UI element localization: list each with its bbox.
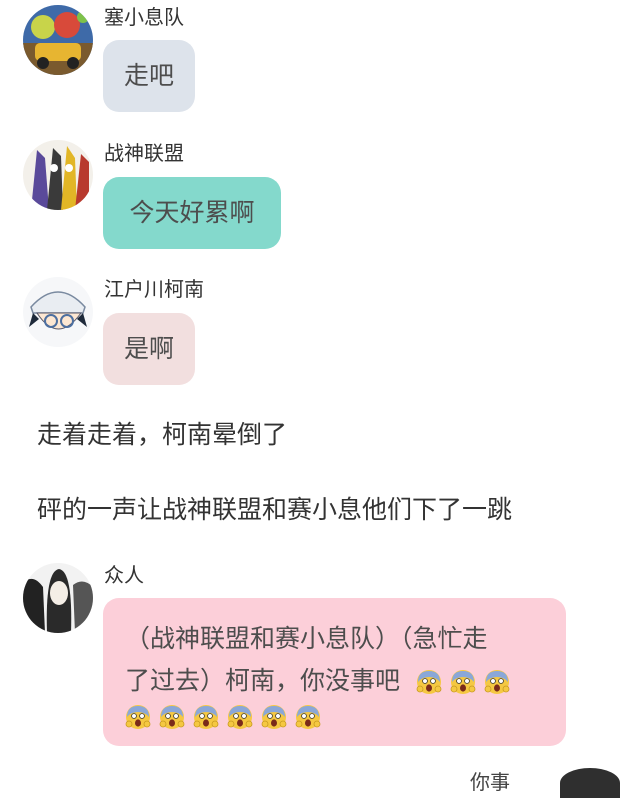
avatar-detective-icon: [23, 277, 93, 347]
avatar-warriors-icon: [23, 140, 93, 210]
message-text-line-2: 了过去）柯南，你没事吧: [125, 660, 548, 702]
partial-text: 你事: [470, 770, 510, 794]
screaming-face-icon: [295, 705, 321, 729]
avatar-group-icon: [23, 563, 93, 633]
message-text: 是啊: [123, 334, 174, 363]
screaming-face-icon: [159, 705, 185, 729]
screaming-face-icon: [450, 670, 476, 694]
sender-name: 塞小息队: [104, 5, 184, 29]
message-bubble[interactable]: （战神联盟和赛小息队）（急忙走 了过去）柯南，你没事吧: [103, 598, 566, 746]
partial-next-message: 你事: [470, 766, 510, 795]
message-text-line: （战神联盟和赛小息队）（急忙走: [125, 624, 488, 653]
message-bubble[interactable]: 今天好累啊: [103, 177, 281, 249]
message-bubble[interactable]: 走吧: [103, 40, 195, 112]
screaming-face-icon: [484, 670, 510, 694]
screaming-face-icon: [416, 670, 442, 694]
avatar[interactable]: [23, 563, 93, 633]
sender-name: 战神联盟: [104, 141, 184, 165]
avatar[interactable]: [23, 5, 93, 75]
narration-line: 砰的一声让战神联盟和赛小息他们下了一跳: [37, 495, 513, 524]
sender-name: 众人: [104, 563, 144, 587]
avatar[interactable]: [23, 140, 93, 210]
screaming-face-icon: [193, 705, 219, 729]
screaming-face-icon: [125, 705, 151, 729]
avatar-toy-car-icon: [23, 5, 93, 75]
partial-avatar: [560, 768, 620, 798]
emoji-row: [125, 704, 548, 730]
message-text: 了过去）柯南，你没事吧: [125, 666, 401, 695]
screaming-face-icon: [261, 705, 287, 729]
narration-line: 走着走着，柯南晕倒了: [37, 420, 288, 449]
message-bubble[interactable]: 是啊: [103, 313, 195, 385]
emoji-group: [408, 666, 510, 695]
avatar[interactable]: [23, 277, 93, 347]
message-text: 今天好累啊: [129, 198, 255, 227]
screaming-face-icon: [227, 705, 253, 729]
message-text: 走吧: [123, 61, 174, 90]
sender-name: 江户川柯南: [104, 277, 204, 301]
